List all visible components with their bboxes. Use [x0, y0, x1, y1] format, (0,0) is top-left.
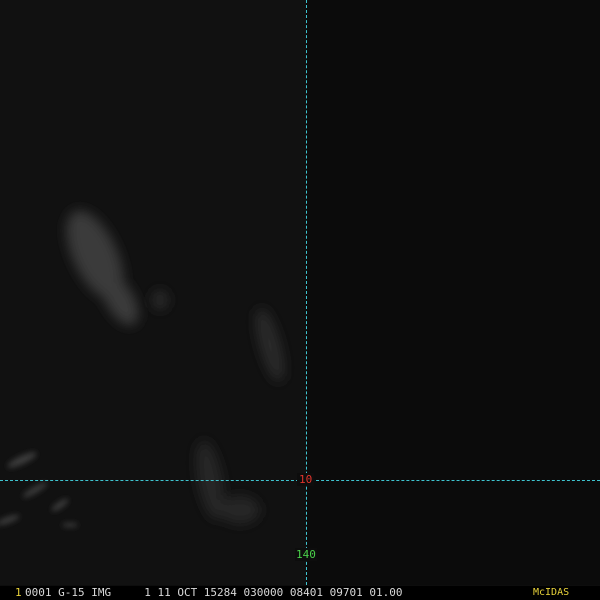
frame-number: 1 — [15, 586, 22, 599]
latitude-label: 10 — [297, 473, 315, 486]
mcidas-logo: McIDAS — [533, 587, 570, 598]
longitude-grid-line — [306, 0, 307, 585]
longitude-label: 140 — [295, 548, 317, 561]
satellite-image-frame: 10 140 1 0001 G-15 IMG 1 11 OCT 15284 03… — [0, 0, 600, 600]
image-metadata-text: 0001 G-15 IMG 1 11 OCT 15284 030000 0840… — [25, 586, 403, 599]
image-status-bar: 1 0001 G-15 IMG 1 11 OCT 15284 030000 08… — [0, 586, 600, 600]
satellite-imagery — [0, 0, 600, 585]
